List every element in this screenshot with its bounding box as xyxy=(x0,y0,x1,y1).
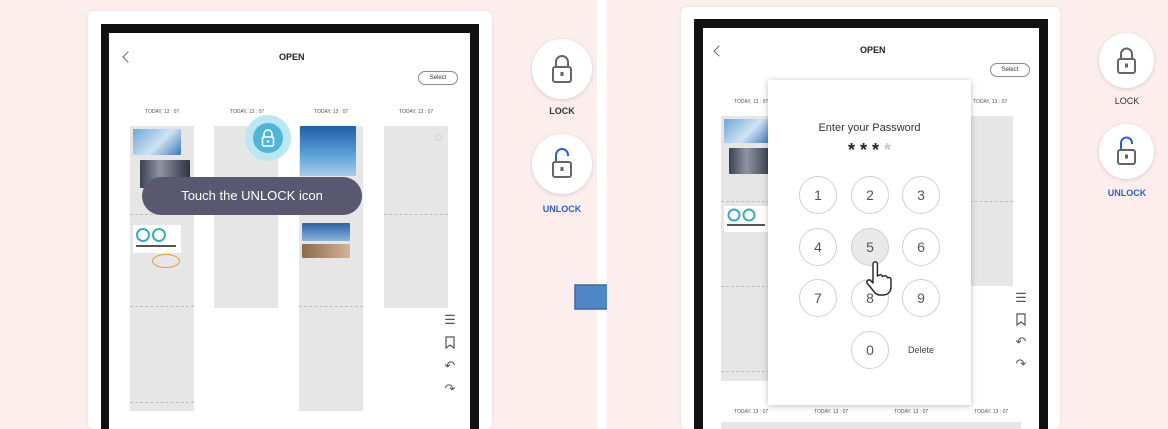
password-dialog: Enter your Password * * * * 1 2 3 4 5 6 … xyxy=(768,80,971,405)
lock-label: LOCK xyxy=(1114,96,1140,106)
lock-mode-icon[interactable] xyxy=(1099,33,1154,88)
column-date: TODAY, 13 : 07 xyxy=(974,409,1009,415)
bookmark-icon[interactable] xyxy=(443,336,457,351)
page-title: OPEN xyxy=(860,45,886,55)
undo-icon[interactable]: ↶ xyxy=(1014,335,1028,348)
thumbnail-building-image xyxy=(724,119,770,143)
note-column[interactable] xyxy=(384,126,448,308)
unlock-label: UNLOCK xyxy=(542,204,582,214)
thumbnail-people-image xyxy=(729,148,773,174)
note-column[interactable] xyxy=(299,126,363,411)
menu-icon[interactable]: ☰ xyxy=(1014,291,1028,304)
column-date: TODAY, 13 : 07 xyxy=(894,409,929,415)
instruction-tooltip: Touch the UNLOCK icon xyxy=(142,177,362,215)
left-step-panel: OPEN Select TODAY, 13 : 07 TODAY, 13 : 0… xyxy=(0,0,597,429)
hand-pointer-icon xyxy=(864,260,892,296)
page-title: OPEN xyxy=(279,52,305,62)
column-date: TODAY, 13 : 07 xyxy=(145,109,180,115)
tablet-screen: OPEN Select TODAY, 13 : 07 TODAY, 13 : 0… xyxy=(109,33,470,429)
thumbnail-logos-image xyxy=(724,206,770,232)
note-column[interactable] xyxy=(130,126,194,411)
redo-icon[interactable]: ↷ xyxy=(443,382,457,395)
right-step-panel: OPEN Select TODAY, 13 : 07 TODAY, 13 : 0… xyxy=(607,0,1168,429)
redo-icon[interactable]: ↷ xyxy=(1014,357,1028,370)
lock-mode-icon[interactable] xyxy=(532,39,592,99)
select-button[interactable]: Select xyxy=(990,63,1030,77)
thumbnail-building-cover-image xyxy=(300,126,356,176)
lock-label: LOCK xyxy=(549,106,575,116)
keypad-1[interactable]: 1 xyxy=(799,176,837,214)
handwritten-circle-annotation xyxy=(152,254,180,268)
unlock-mode-icon[interactable] xyxy=(1099,124,1154,179)
unlock-mode-icon[interactable] xyxy=(532,134,592,194)
note-column[interactable] xyxy=(721,116,775,381)
column-date: TODAY, 13 : 07 xyxy=(230,109,265,115)
column-date: TODAY, 13 : 07 xyxy=(399,109,434,115)
thumbnail-logos-image xyxy=(133,225,181,253)
keypad-0[interactable]: 0 xyxy=(851,331,889,369)
back-icon[interactable] xyxy=(713,45,725,57)
column-date: TODAY, 13 : 07 xyxy=(973,99,1008,105)
password-title: Enter your Password xyxy=(818,122,921,134)
undo-icon[interactable]: ↶ xyxy=(443,359,457,372)
thumbnail-building-image xyxy=(133,129,181,155)
lock-icon[interactable] xyxy=(253,123,283,153)
delete-button[interactable]: Delete xyxy=(902,331,940,369)
select-button[interactable]: Select xyxy=(418,71,458,85)
masked-pending-character: * xyxy=(884,140,892,160)
column-date: TODAY, 13 : 07 xyxy=(314,109,349,115)
keypad-6[interactable]: 6 xyxy=(902,228,940,266)
next-row-columns xyxy=(721,422,1021,429)
unlock-label: UNLOCK xyxy=(1107,188,1147,198)
column-date: TODAY, 13 : 07 xyxy=(734,409,769,415)
thumbnail-document-image xyxy=(302,223,350,241)
password-masked-input[interactable]: * * * * xyxy=(768,140,971,161)
bookmark-icon[interactable] xyxy=(1014,313,1028,328)
masked-characters: * * * xyxy=(847,140,879,160)
column-date: TODAY, 13 : 07 xyxy=(734,99,769,105)
keypad-4[interactable]: 4 xyxy=(799,228,837,266)
keypad-7[interactable]: 7 xyxy=(799,279,837,317)
back-icon[interactable] xyxy=(122,51,134,63)
keypad-3[interactable]: 3 xyxy=(902,176,940,214)
keypad-2[interactable]: 2 xyxy=(851,176,889,214)
keypad-9[interactable]: 9 xyxy=(902,279,940,317)
lock-marker-icon xyxy=(435,134,442,141)
menu-icon[interactable]: ☰ xyxy=(443,313,457,326)
column-date: TODAY, 13 : 07 xyxy=(814,409,849,415)
thumbnail-house-image xyxy=(302,244,350,258)
